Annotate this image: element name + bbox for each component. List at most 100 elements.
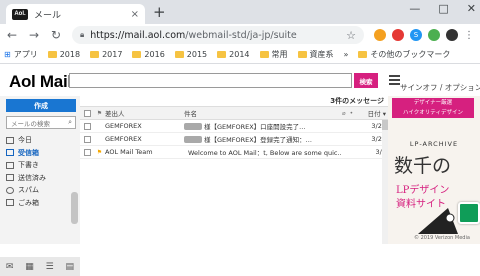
message-row[interactable]: GEMFOREX 様【GEMFOREX】口座開設完了... 3/22 — [80, 120, 388, 133]
url-path: /webmail-std/ja-jp/suite — [185, 29, 297, 41]
bookmark-folder[interactable]: 2018 — [47, 50, 80, 59]
aol-favicon-icon: Aol. — [12, 8, 28, 20]
bookmark-folder[interactable]: 常用 — [259, 49, 288, 60]
folder-icon — [259, 51, 269, 58]
bookmark-folder[interactable]: 2015 — [174, 50, 207, 59]
extension-icon[interactable] — [374, 29, 386, 41]
folder-drafts[interactable]: 下書き — [6, 159, 76, 172]
folder-sent[interactable]: 送信済み — [6, 172, 76, 185]
folder-icon — [174, 51, 184, 58]
new-tab-button[interactable]: + — [153, 5, 166, 20]
drafts-icon — [6, 161, 14, 169]
bookmark-folder[interactable]: 2014 — [217, 50, 250, 59]
url-host: https://mail.aol.com — [90, 29, 186, 41]
other-bookmarks[interactable]: その他のブックマーク — [358, 49, 450, 60]
folder-icon — [47, 51, 57, 58]
folder-inbox[interactable]: 受信箱 — [6, 147, 76, 160]
message-subject: 様【GEMFOREX】口座開設完了... — [204, 123, 306, 131]
bookmark-star-icon[interactable]: ☆ — [346, 29, 356, 42]
message-row[interactable]: GEMFOREX 様【GEMFOREX】登録完了通知：... 3/22 — [80, 133, 388, 146]
message-from: AOL Mail Team — [105, 148, 153, 156]
message-from: GEMFOREX — [105, 135, 142, 143]
sidebar-scrollbar[interactable] — [71, 192, 78, 224]
folder-icon — [217, 51, 227, 58]
options-link[interactable]: オプション — [445, 83, 480, 92]
message-row[interactable]: ⚑ AOL Mail Team Welcome to AOL Mail：t, B… — [80, 146, 388, 159]
contacts-icon[interactable]: ☰ — [46, 262, 54, 272]
notes-icon[interactable]: ▤ — [66, 262, 75, 272]
bookmarks-bar: ⊞ アプリ 2018 2017 2016 2015 2014 常用 資産系 » そ… — [0, 46, 480, 64]
folder-icon — [132, 51, 142, 58]
message-checkbox[interactable] — [83, 135, 91, 143]
close-window-icon[interactable]: ✕ — [467, 2, 476, 15]
subject-column-header[interactable]: 件名 — [184, 108, 342, 118]
skype-icon[interactable]: S — [410, 29, 422, 41]
message-list-pane: 3件のメッセージ ⚑ 差出人 件名 ⌀ • 日付 ▾ GEMFOREX 様【GEM… — [80, 96, 388, 244]
trash-icon — [6, 199, 14, 207]
dot-column-icon[interactable]: • — [350, 110, 354, 117]
apps-icon: ⊞ — [4, 50, 11, 59]
from-column-header[interactable]: 差出人 — [105, 108, 184, 118]
reload-icon[interactable]: ↻ — [50, 28, 62, 42]
folder-icon — [297, 51, 307, 58]
close-tab-icon[interactable]: × — [131, 9, 139, 20]
sent-icon — [6, 174, 14, 182]
bookmark-folder[interactable]: 2016 — [132, 50, 165, 59]
folder-today[interactable]: 今日 — [6, 134, 76, 147]
select-all-checkbox[interactable] — [83, 109, 91, 117]
sign-out-link[interactable]: サインオフ — [400, 83, 438, 92]
aol-mail-page: Aol Mail. 検索 サインオフ / オプション 作成 メールの検索 ⌕ 今… — [0, 64, 480, 276]
bookmark-apps[interactable]: ⊞ アプリ — [4, 49, 38, 60]
ad-headline: 数千の — [394, 155, 452, 177]
lock-icon: 🔒︎ — [80, 30, 85, 39]
browser-tabstrip: Aol. メール × + — □ ✕ — [0, 0, 480, 24]
menu-icon[interactable] — [389, 75, 400, 87]
message-checkbox[interactable] — [83, 122, 91, 130]
account-links: サインオフ / オプション — [400, 82, 480, 93]
search-button[interactable]: 検索 — [354, 73, 378, 88]
attachment-column-icon[interactable]: ⌀ — [342, 110, 346, 117]
extension-icons: S ⋮ — [374, 29, 474, 41]
extension-icon[interactable] — [392, 29, 404, 41]
message-checkbox[interactable] — [83, 148, 91, 156]
folder-search-input[interactable]: メールの検索 ⌕ — [6, 116, 76, 129]
calendar-icon[interactable]: ▦ — [25, 262, 34, 272]
message-from: GEMFOREX — [105, 122, 142, 130]
floating-extension-icon[interactable] — [458, 202, 480, 224]
profile-avatar-icon[interactable] — [446, 29, 458, 41]
minimize-icon[interactable]: — — [409, 2, 420, 15]
message-list-header: ⚑ 差出人 件名 ⌀ • 日付 ▾ — [80, 107, 388, 120]
address-bar[interactable]: 🔒︎ https://mail.aol.com/webmail-std/ja-j… — [72, 26, 364, 44]
message-subject: Welcome to AOL Mail：t, Below are some qu… — [188, 149, 342, 157]
folder-icon — [358, 51, 368, 58]
forward-icon[interactable]: → — [28, 28, 40, 42]
aol-mail-logo[interactable]: Aol Mail. — [9, 72, 77, 92]
redacted-name — [184, 135, 202, 143]
mail-icon[interactable]: ✉ — [6, 262, 14, 272]
bookmark-folder[interactable]: 2017 — [90, 50, 122, 59]
extension-icon[interactable] — [428, 29, 440, 41]
folder-spam[interactable]: スパム — [6, 184, 76, 197]
calendar-icon — [6, 136, 14, 144]
date-column-header[interactable]: 日付 ▾ — [360, 108, 388, 118]
back-icon[interactable]: ← — [6, 28, 18, 42]
maximize-icon[interactable]: □ — [438, 2, 448, 15]
compose-button[interactable]: 作成 — [6, 99, 76, 112]
browser-tab[interactable]: Aol. メール × — [6, 4, 145, 24]
tab-title: メール — [34, 10, 62, 21]
bookmarks-overflow-icon[interactable]: » — [344, 50, 349, 59]
flag-column-icon[interactable]: ⚑ — [94, 110, 105, 117]
sidebar-bottom-bar: ✉ ▦ ☰ ▤ — [0, 257, 80, 276]
spam-icon — [6, 186, 14, 194]
folder-trash[interactable]: ごみ箱 — [6, 197, 76, 210]
message-count: 3件のメッセージ — [330, 97, 384, 105]
search-icon[interactable]: ⌕ — [68, 118, 72, 127]
ad-copyright: © 2019 Verizon Media — [414, 235, 470, 241]
ad-banner: デザイナー厳選 ハイクオリティデザイン — [392, 98, 474, 118]
ad-lp-archive: LP-ARCHIVE — [409, 140, 459, 148]
message-subject: 様【GEMFOREX】登録完了通知：... — [204, 136, 312, 144]
mail-search-input[interactable] — [69, 73, 352, 88]
menu-dots-icon[interactable]: ⋮ — [464, 30, 474, 41]
bookmark-folder[interactable]: 資産系 — [297, 49, 334, 60]
flag-icon[interactable]: ⚑ — [94, 149, 105, 156]
